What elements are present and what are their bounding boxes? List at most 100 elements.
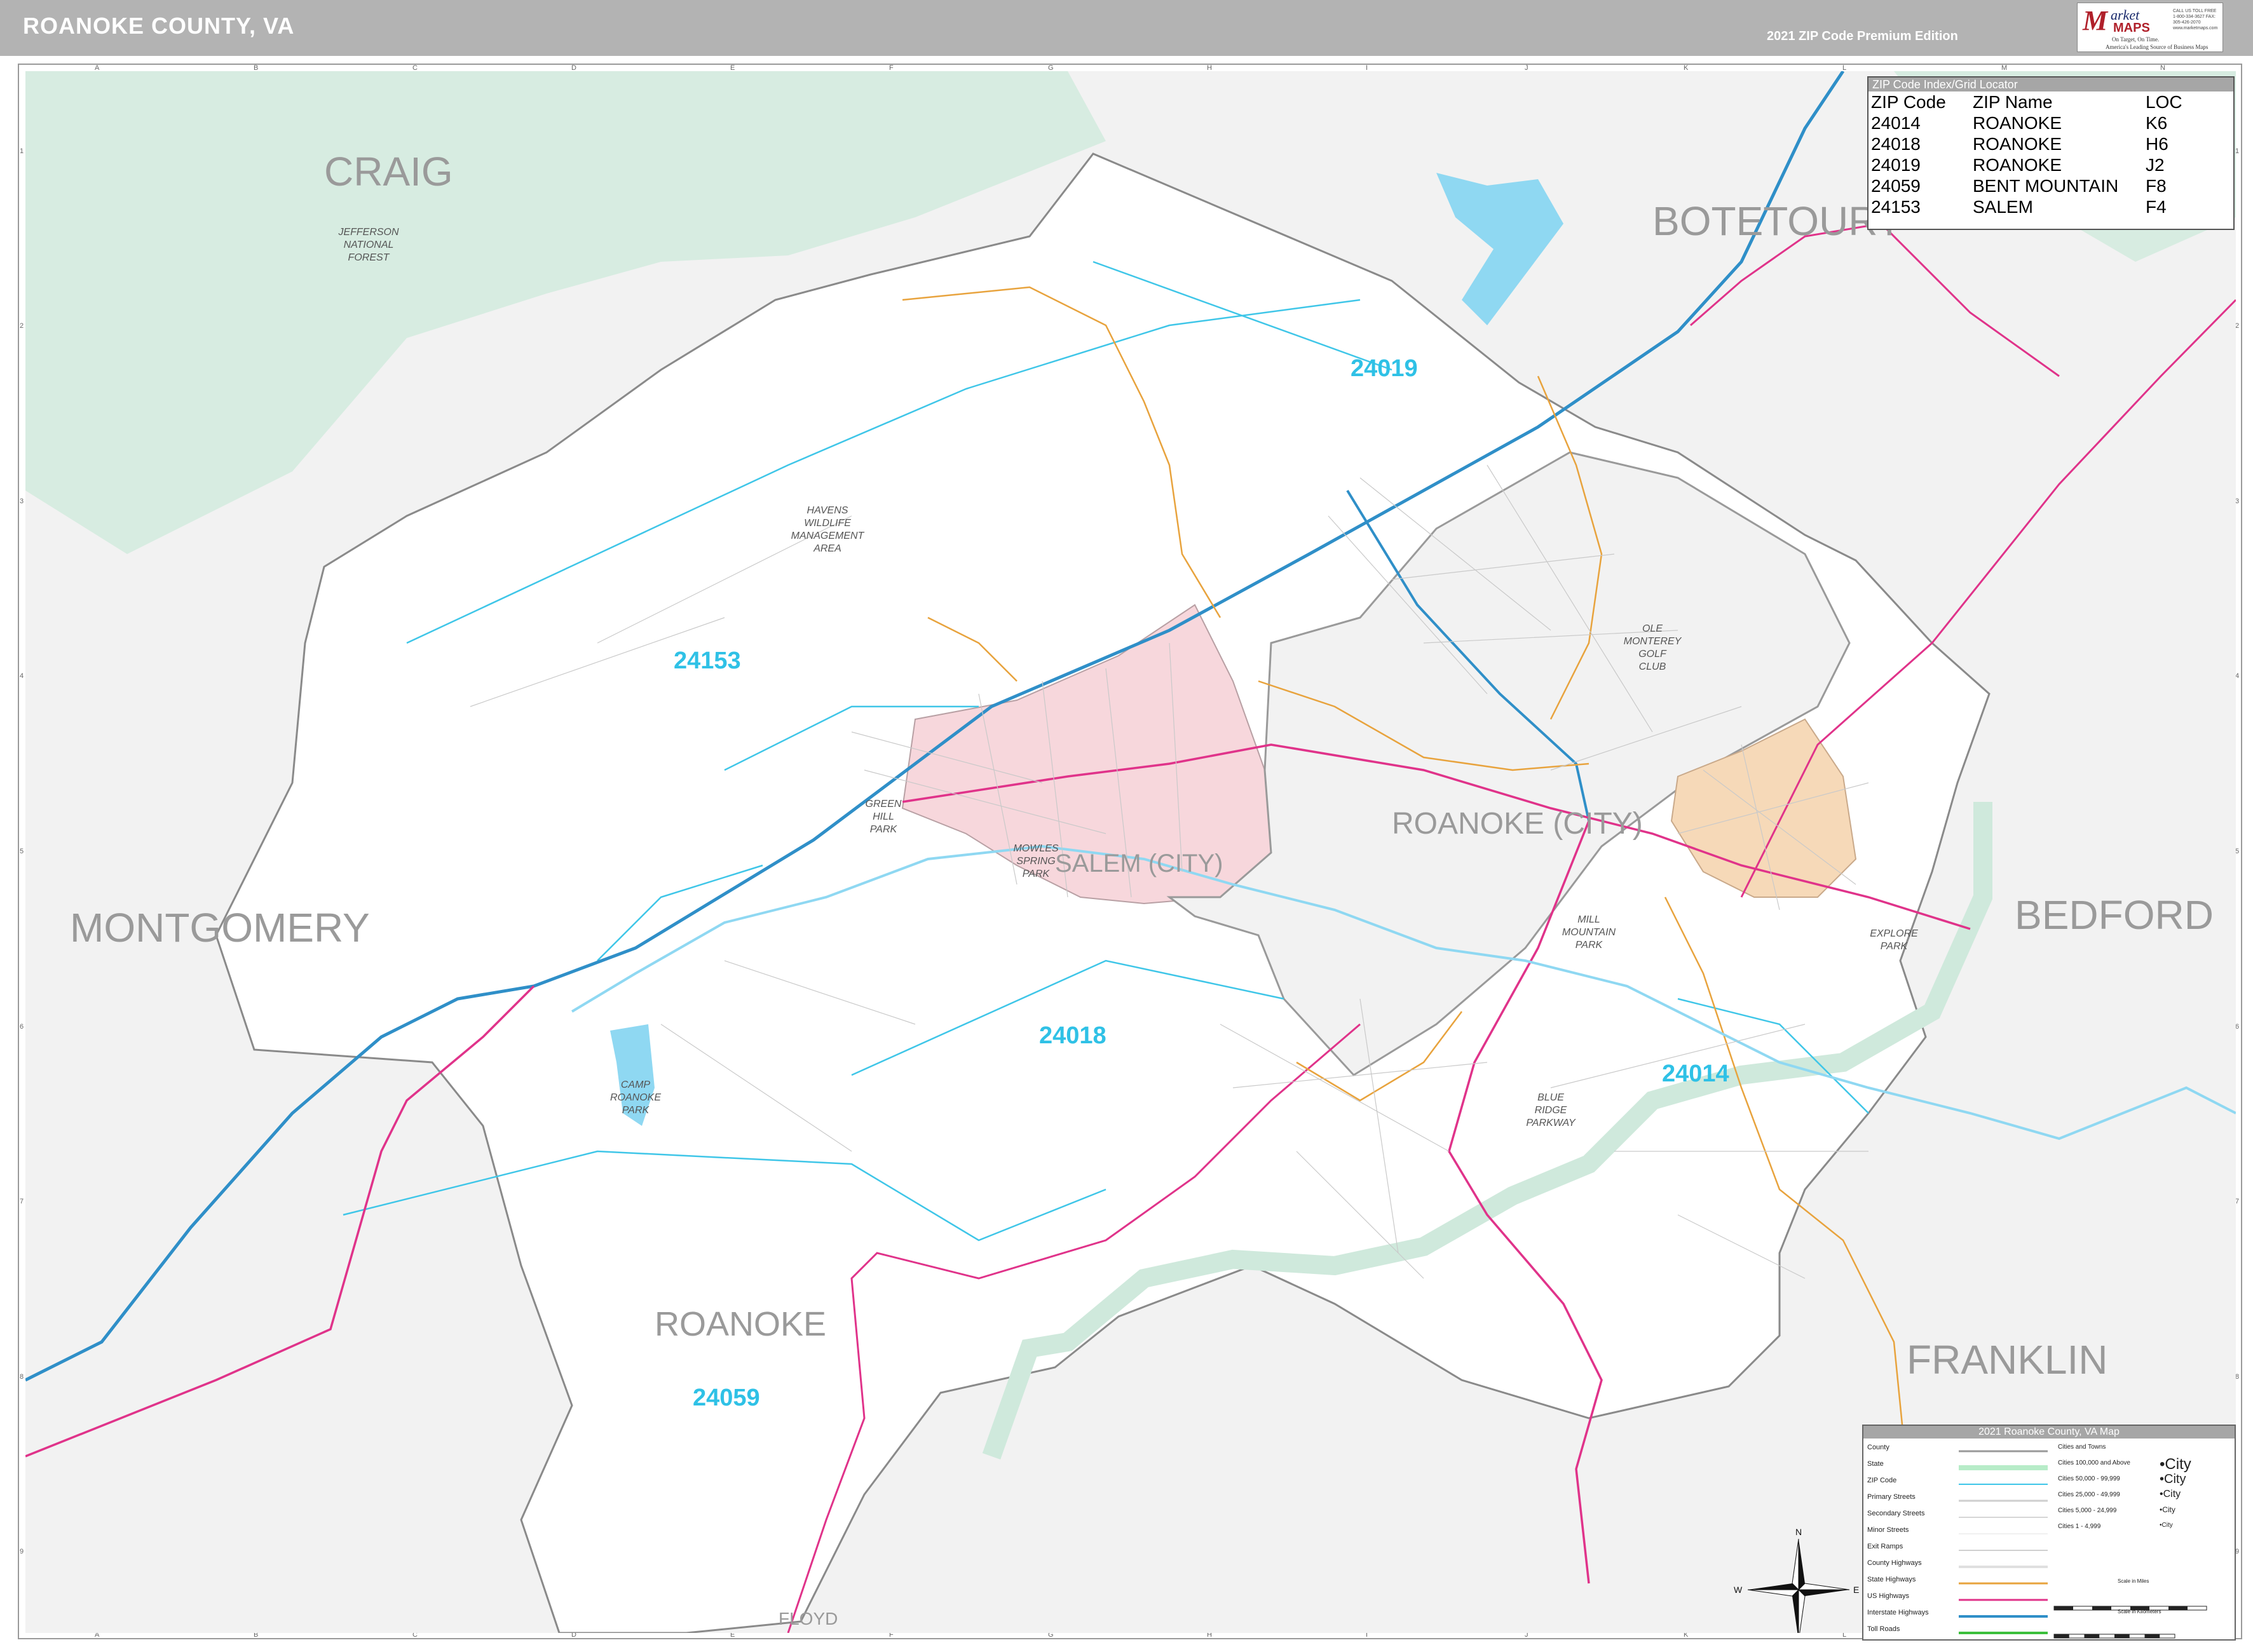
park-label-line: MANAGEMENT: [791, 531, 865, 541]
park-label-line: HAVENS: [807, 505, 848, 516]
park-label-line: SPRING: [1016, 856, 1055, 867]
zip-label-24019: 24019: [1351, 355, 1418, 382]
grid-row-label: 8: [20, 1372, 24, 1381]
map-title: ROANOKE COUNTY, VA: [23, 13, 295, 39]
logo-word-maps: MAPS: [2113, 21, 2150, 35]
park-label-line: PARK: [1576, 940, 1603, 951]
grid-row-label: 3: [20, 497, 24, 505]
zip-label-24018: 24018: [1039, 1022, 1106, 1049]
county-label-bedford: BEDFORD: [2015, 892, 2214, 938]
zip-index-cell: 24018: [1871, 134, 1921, 154]
zip-index-cell: ROANOKE: [1973, 155, 2062, 175]
logo-subtagline: America's Leading Source of Business Map…: [2106, 44, 2209, 50]
scale-bar-segment: [2092, 1606, 2111, 1610]
county-label-franklin: FRANKLIN: [1907, 1337, 2108, 1383]
map-canvas[interactable]: CRAIG BOTETOURT MONTGOMERY BEDFORD ROANO…: [25, 71, 2236, 1633]
grid-row-label: 2: [20, 322, 24, 330]
park-label-line: OLE: [1642, 623, 1663, 634]
park-label-line: CAMP: [621, 1080, 651, 1090]
zip-index-row: 24059 BENT MOUNTAIN F8: [1871, 175, 2228, 196]
park-label-line: MOWLES: [1013, 843, 1058, 854]
zip-index-row: 24019 ROANOKE J2: [1871, 154, 2228, 175]
county-label-roanoke: ROANOKE: [655, 1305, 826, 1343]
logo-initial: M: [2083, 5, 2108, 36]
park-label-line: MOUNTAIN: [1562, 927, 1616, 938]
zip-index-cell: 24059: [1871, 176, 1921, 196]
zip-index-table: ZIP Code Index/Grid Locator ZIP Code ZIP …: [1867, 76, 2235, 230]
park-label-line: PARKWAY: [1526, 1118, 1576, 1128]
scale-bar-segment: [2054, 1606, 2073, 1610]
park-label-line: HILL: [873, 811, 894, 822]
park-label-line: RIDGE: [1535, 1105, 1567, 1116]
grid-row-label: 9: [20, 1548, 24, 1556]
park-label-line: BLUE: [1537, 1092, 1564, 1103]
compass-e: E: [1853, 1585, 1859, 1595]
map-header: ROANOKE COUNTY, VA 2021 ZIP Code Premium…: [0, 0, 2253, 56]
park-label-line: MILL: [1577, 914, 1600, 925]
park-label-line: FOREST: [348, 252, 390, 263]
county-label-floyd: FLOYD: [779, 1609, 838, 1628]
park-label-line: PARK: [622, 1105, 650, 1116]
compass-w: W: [1734, 1585, 1743, 1595]
scale-bar-segment: [2084, 1634, 2100, 1638]
park-label-line: PARK: [1881, 941, 1909, 952]
city-label-salem: SALEM (CITY): [1055, 850, 1223, 877]
edition-label: 2021 ZIP Code Premium Edition: [1767, 29, 1958, 43]
county-label-botetourt: BOTETOURT: [1652, 198, 1902, 244]
zip-index-row: 24018 ROANOKE H6: [1871, 133, 2228, 154]
park-label-line: CLUB: [1639, 661, 1666, 672]
zip-index-cell: J2: [2146, 155, 2165, 175]
zip-index-header-cell: ZIP Name: [1973, 92, 2053, 112]
city-label-roanoke: ROANOKE (CITY): [1392, 807, 1643, 841]
scale-bar-segment: [2144, 1634, 2160, 1638]
park-label-line: AREA: [813, 543, 841, 554]
park-label-line: WILDLIFE: [804, 518, 851, 529]
zip-index-cell: F8: [2146, 176, 2167, 196]
zip-index-row: 24153 SALEM F4: [1871, 196, 2228, 217]
compass-n: N: [1795, 1527, 1802, 1537]
zip-index-title: ZIP Code Index/Grid Locator: [1868, 78, 2233, 91]
county-label-craig: CRAIG: [324, 149, 453, 194]
zip-index-cell: 24153: [1871, 197, 1921, 217]
scale-bar-segment: [2130, 1606, 2149, 1610]
park-label-line: GREEN: [866, 799, 902, 809]
park-label-line: PARK: [870, 824, 898, 835]
grid-row-label: 4: [20, 672, 24, 680]
grid-row-label: 6: [20, 1022, 24, 1031]
zip-index-cell: 24014: [1871, 113, 1921, 133]
zip-label-24059: 24059: [693, 1385, 760, 1411]
logo-contact: CALL US TOLL FREE 1-800-334-3627 FAX: 30…: [2173, 9, 2218, 30]
park-label-line: GOLF: [1638, 649, 1667, 660]
legend-title: 2021 Roanoke County, VA Map: [1863, 1426, 2235, 1439]
park-label-line: ROANOKE: [610, 1092, 661, 1103]
grid-row-label: 7: [20, 1198, 24, 1206]
zip-index-cell: H6: [2146, 134, 2168, 154]
park-label-line: MONTEREY: [1624, 636, 1682, 647]
zip-label-24153: 24153: [674, 647, 741, 674]
park-label-line: PARK: [1023, 869, 1051, 879]
zip-label-24014: 24014: [1662, 1060, 1729, 1087]
grid-row-label: 1: [20, 147, 24, 155]
zip-index-cell: BENT MOUNTAIN: [1973, 176, 2119, 196]
legend-symbols: [1959, 1450, 2207, 1639]
zip-index-cell: 24019: [1871, 155, 1921, 175]
zip-index-cell: SALEM: [1973, 197, 2033, 217]
scale-bar-segment: [2114, 1634, 2130, 1638]
zip-index-cell: ROANOKE: [1973, 134, 2062, 154]
logo-tagline: On Target, On Time.: [2112, 36, 2160, 43]
park-label-line: EXPLORE: [1870, 928, 1918, 939]
park-label-line: JEFFERSON: [337, 227, 399, 238]
scale-bar-segment: [2168, 1606, 2188, 1610]
park-label-line: NATIONAL: [344, 240, 394, 250]
grid-row-label: 5: [20, 848, 24, 855]
zip-index-cell: F4: [2146, 197, 2167, 217]
zip-index-cell: ROANOKE: [1973, 113, 2062, 133]
zip-index-cell: K6: [2146, 113, 2168, 133]
scale-bar-segment: [2054, 1634, 2069, 1638]
zip-index-header-row: ZIP Code ZIP Name LOC: [1871, 91, 2228, 112]
zip-index-header-cell: LOC: [2146, 92, 2182, 112]
county-label-montgomery: MONTGOMERY: [70, 905, 370, 951]
map-legend: 2021 Roanoke County, VA Map County State Z…: [1862, 1425, 2236, 1641]
market-maps-logo[interactable]: M arket MAPS On Target, On Time. America…: [2077, 3, 2223, 52]
zip-index-header-cell: ZIP Code: [1871, 92, 1946, 112]
